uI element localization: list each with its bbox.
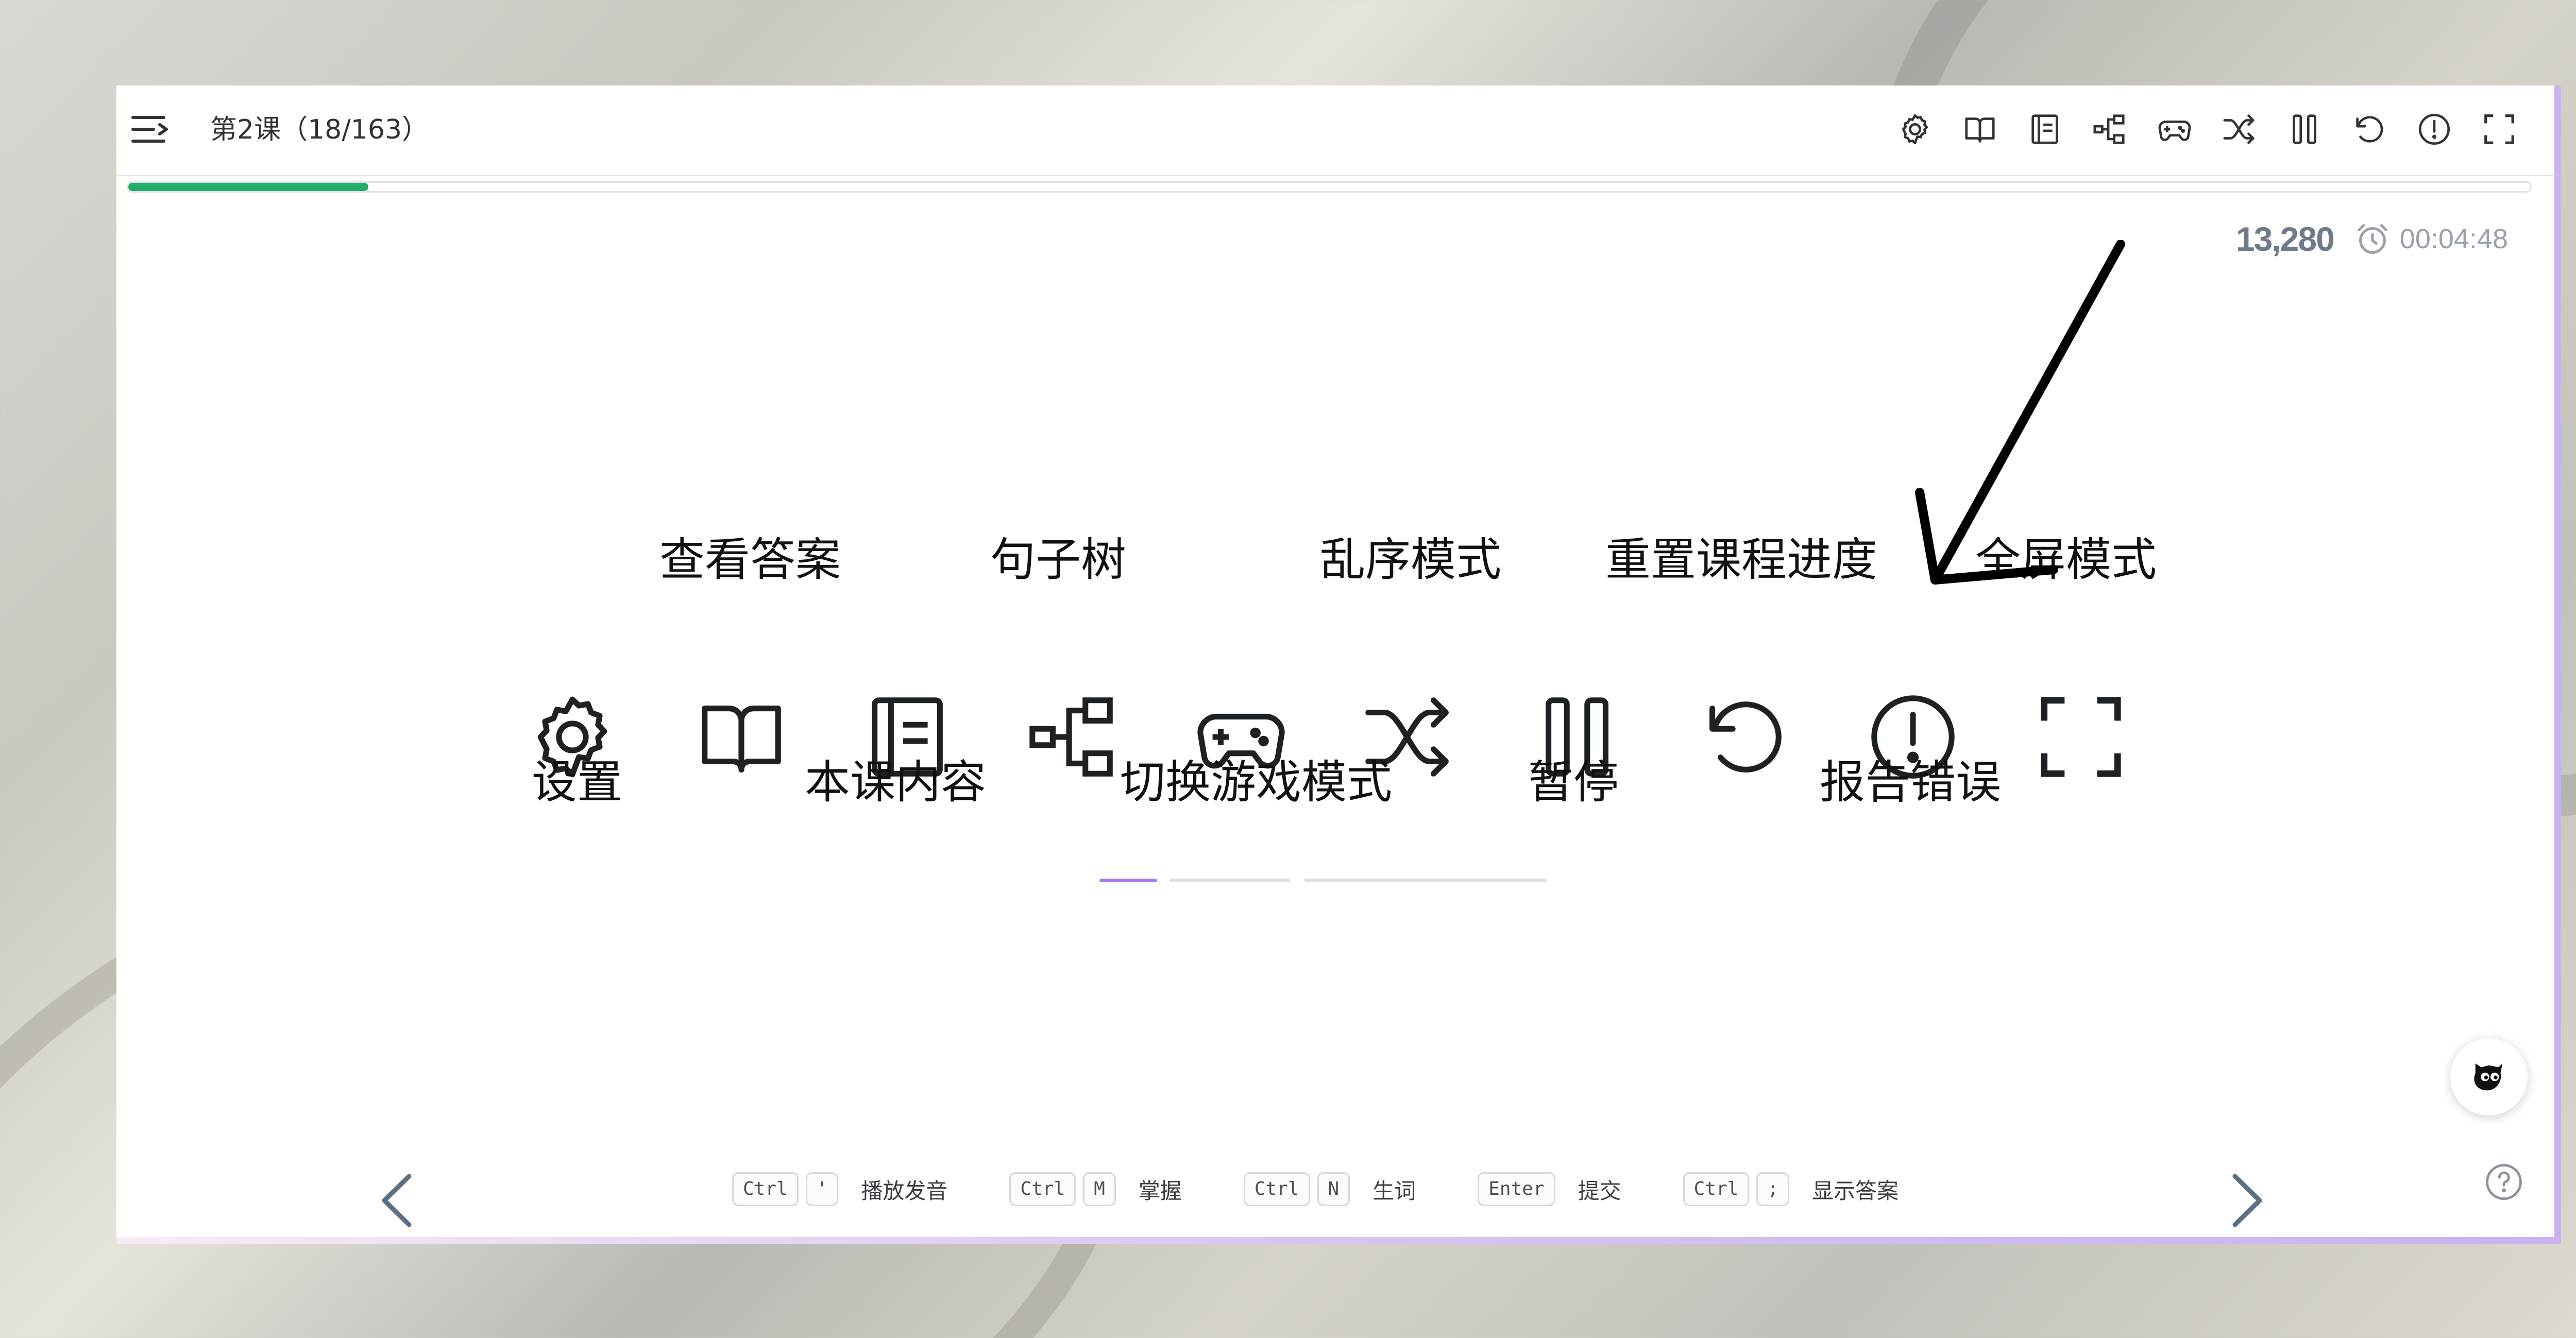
- lesson-window: 第2课（18/163） 13,280 00:04:48 查看答案 句子树 乱序模…: [116, 85, 2554, 1237]
- chevron-right-icon: [2232, 1174, 2262, 1227]
- question-icon: [2486, 1164, 2522, 1200]
- shortcut-submit: Enter 提交: [1478, 1172, 1621, 1206]
- key: M: [1083, 1172, 1116, 1206]
- legend-label-reset-progress: 重置课程进度: [1605, 533, 1878, 586]
- shortcut-label: 提交: [1578, 1178, 1621, 1204]
- shortcut-play-pronunciation: Ctrl ' 播放发音: [732, 1172, 947, 1206]
- key: Ctrl: [1683, 1172, 1750, 1206]
- word-slot[interactable]: [1304, 879, 1547, 882]
- legend-fullscreen-icon: [2032, 688, 2130, 786]
- key: ;: [1756, 1172, 1789, 1206]
- legend-label-shuffle-mode: 乱序模式: [1320, 533, 1502, 586]
- legend-undo-icon: [1696, 688, 1794, 786]
- legend-label-sentence-tree: 句子树: [990, 533, 1127, 586]
- next-button[interactable]: [2218, 1162, 2275, 1239]
- shortcut-show-answer: Ctrl ; 显示答案: [1683, 1172, 1899, 1206]
- key: Ctrl: [1009, 1172, 1076, 1206]
- key: N: [1317, 1172, 1350, 1206]
- mascot-icon: [2474, 1063, 2503, 1091]
- help-button[interactable]: [2484, 1162, 2524, 1202]
- icon-legend: 查看答案 句子树 乱序模式 重置课程进度 全屏模式 设置 本课内容 切换游戏模式…: [116, 85, 2554, 1237]
- shortcut-new-word: Ctrl N 生词: [1243, 1172, 1416, 1206]
- legend-label-view-answer: 查看答案: [659, 533, 841, 586]
- previous-button[interactable]: [369, 1162, 426, 1239]
- annotation-arrow: [1915, 240, 2125, 585]
- shortcut-label: 播放发音: [861, 1178, 948, 1204]
- chevron-left-icon: [382, 1174, 412, 1227]
- legend-label-pause: 暂停: [1528, 756, 1619, 809]
- word-slot-active[interactable]: [1099, 879, 1157, 882]
- legend-label-game-mode: 切换游戏模式: [1120, 756, 1393, 809]
- shortcut-mastered: Ctrl M 掌握: [1009, 1172, 1182, 1206]
- legend-label-settings: 设置: [532, 756, 623, 809]
- chat-assistant-button[interactable]: [2450, 1038, 2528, 1116]
- legend-label-lesson-content: 本课内容: [805, 756, 987, 809]
- key: Ctrl: [1243, 1172, 1310, 1206]
- word-slot[interactable]: [1170, 879, 1290, 882]
- key: Enter: [1478, 1172, 1555, 1206]
- legend-label-report-error: 报告错误: [1820, 756, 2002, 809]
- shortcut-label: 显示答案: [1812, 1178, 1899, 1204]
- keyboard-shortcuts: Ctrl ' 播放发音 Ctrl M 掌握 Ctrl N 生词 Enter 提交…: [732, 1172, 1960, 1206]
- shortcut-label: 生词: [1372, 1178, 1416, 1204]
- key: ': [805, 1172, 839, 1206]
- legend-sentence-tree-icon: [1024, 688, 1122, 786]
- key: Ctrl: [732, 1172, 799, 1206]
- shortcut-label: 掌握: [1138, 1178, 1182, 1204]
- legend-open-book-icon: [692, 688, 790, 786]
